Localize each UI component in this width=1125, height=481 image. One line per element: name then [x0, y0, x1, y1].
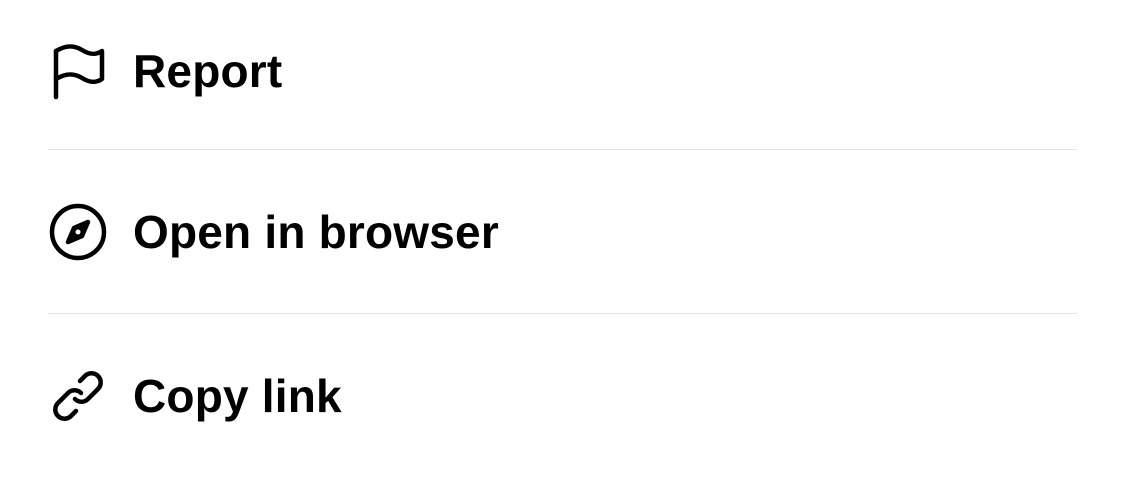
menu-item-report[interactable]: Report: [48, 0, 1077, 149]
link-icon: [48, 366, 108, 426]
menu-item-label: Open in browser: [133, 205, 499, 258]
action-sheet: Report Open in browser Copy link: [0, 0, 1125, 481]
menu-item-label: Copy link: [133, 369, 342, 422]
action-menu: Report Open in browser Copy link: [48, 0, 1077, 477]
menu-item-label: Report: [133, 44, 283, 97]
compass-icon: [48, 202, 108, 262]
menu-item-copy-link[interactable]: Copy link: [48, 313, 1077, 477]
flag-icon: [48, 41, 108, 101]
menu-item-open-in-browser[interactable]: Open in browser: [48, 149, 1077, 313]
